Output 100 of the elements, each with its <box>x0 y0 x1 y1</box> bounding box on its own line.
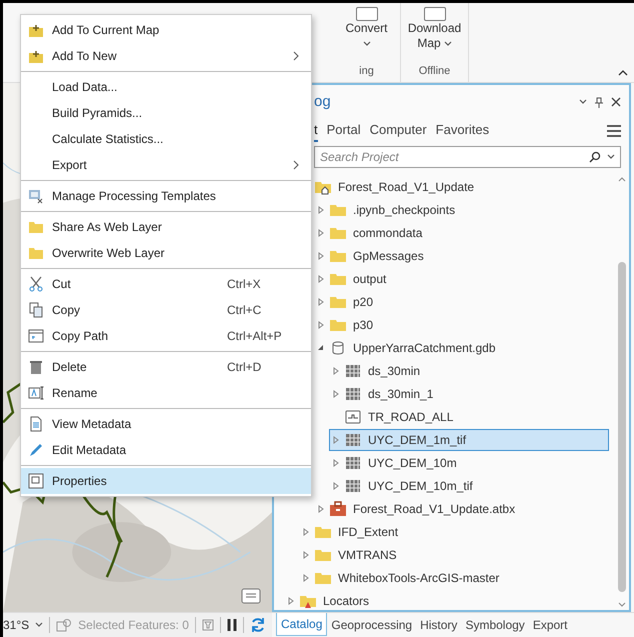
expand-arrow-icon[interactable] <box>318 228 324 236</box>
pane-tab[interactable]: Export <box>528 613 572 636</box>
tree-item[interactable]: .ipynb_checkpoints <box>314 198 609 220</box>
tree-item[interactable]: output <box>314 268 609 290</box>
expand-arrow-icon[interactable] <box>302 574 308 582</box>
raster-grid-icon <box>344 386 362 402</box>
expand-arrow-icon[interactable] <box>332 458 338 466</box>
pause-icon[interactable] <box>226 618 237 632</box>
tree-item[interactable]: UpperYarraCatchment.gdb <box>314 336 609 358</box>
menu-item[interactable]: Properties <box>21 468 311 494</box>
expand-arrow-icon[interactable] <box>318 274 324 282</box>
tree-item[interactable]: ds_30min <box>329 360 609 382</box>
search-input[interactable]: Search Project <box>320 148 589 166</box>
menu-item[interactable]: View Metadata <box>21 411 311 437</box>
search-field[interactable]: Search Project <box>314 146 621 168</box>
tree-item[interactable]: UYC_DEM_1m_tif <box>329 428 609 450</box>
expand-arrow-icon[interactable] <box>302 528 308 536</box>
menu-item[interactable]: Rename <box>21 380 311 406</box>
raster-grid-icon <box>344 478 362 494</box>
menu-item[interactable]: Edit Metadata <box>21 437 311 463</box>
menu-item[interactable]: Copy Path Ctrl+Alt+P <box>21 323 311 349</box>
tree-item[interactable]: ds_30min_1 <box>329 382 609 404</box>
menu-item[interactable]: Overwrite Web Layer <box>21 240 311 266</box>
expand-arrow-icon[interactable] <box>332 482 338 490</box>
expanded-arrow-icon[interactable] <box>317 344 324 351</box>
ribbon-group-label: ing <box>359 64 374 78</box>
tree-item[interactable]: p20 <box>314 290 609 312</box>
expand-arrow-icon[interactable] <box>288 596 294 604</box>
expand-arrow-icon[interactable] <box>332 436 338 444</box>
selection-icon[interactable] <box>56 618 72 632</box>
menu-icon[interactable] <box>607 125 621 137</box>
expand-arrow-icon[interactable] <box>318 206 324 214</box>
source-tab[interactable]: Favorites <box>436 120 490 142</box>
shortcut-text: Ctrl+C <box>227 302 262 319</box>
menu-item[interactable]: Calculate Statistics... <box>21 126 311 152</box>
search-icon[interactable] <box>589 151 601 163</box>
menu-item[interactable]: Add To New <box>21 43 311 69</box>
tree-item[interactable]: Forest_Road_V1_Update.atbx <box>314 498 609 520</box>
expand-arrow-icon[interactable] <box>332 390 338 398</box>
pane-tab[interactable]: Catalog <box>276 613 328 636</box>
document-icon <box>28 416 44 432</box>
pane-tab[interactable]: Symbology <box>461 613 529 636</box>
pencil-icon <box>28 442 44 458</box>
pane-title: og <box>314 92 332 112</box>
add-layer-icon <box>28 48 44 64</box>
tree-item[interactable]: commondata <box>314 222 609 244</box>
menu-item[interactable]: Add To Current Map <box>21 17 311 43</box>
source-tab[interactable]: Computer <box>370 120 427 142</box>
pane-tab[interactable]: Geoprocessing <box>327 613 416 636</box>
shortcut-text: Ctrl+X <box>227 276 262 293</box>
menu-item[interactable]: Build Pyramids... <box>21 100 311 126</box>
tree-item[interactable]: UYC_DEM_10m <box>329 452 609 474</box>
close-icon[interactable] <box>611 97 621 107</box>
menu-item[interactable]: Manage Processing Templates <box>21 183 311 209</box>
tree-item[interactable]: TR_ROAD_ALL <box>329 406 609 428</box>
properties-icon <box>28 473 44 489</box>
raster-grid-icon <box>344 362 362 378</box>
shortcut-text: Ctrl+Alt+P <box>227 328 283 345</box>
refresh-icon[interactable] <box>250 617 266 633</box>
folder-icon <box>28 219 44 235</box>
menu-item[interactable]: Cut Ctrl+X <box>21 271 311 297</box>
copy-path-icon <box>28 328 44 344</box>
trash-icon <box>28 359 44 375</box>
menu-item[interactable]: Export <box>21 152 311 178</box>
folder-icon <box>28 245 44 261</box>
expand-arrow-icon[interactable] <box>318 298 324 306</box>
tree-item[interactable]: IFD_Extent <box>299 520 609 542</box>
menu-item[interactable]: Copy Ctrl+C <box>21 297 311 323</box>
menu-item[interactable]: Delete Ctrl+D <box>21 354 311 380</box>
filter-icon[interactable] <box>202 619 214 631</box>
source-tab[interactable]: t <box>314 120 318 142</box>
raster-grid-icon <box>344 432 362 448</box>
tree-item[interactable]: UYC_DEM_10m_tif <box>329 474 609 496</box>
note-icon[interactable] <box>241 588 261 606</box>
scroll-up-icon[interactable] <box>618 176 626 182</box>
expand-arrow-icon[interactable] <box>332 366 338 374</box>
tree-item[interactable]: Locators <box>284 590 609 610</box>
expand-arrow-icon[interactable] <box>318 252 324 260</box>
tree-item[interactable]: WhiteboxTools-ArcGIS-master <box>299 566 609 588</box>
template-icon <box>28 188 44 204</box>
raster-grid-icon <box>344 454 362 470</box>
menu-item[interactable]: Share As Web Layer <box>21 214 311 240</box>
expand-arrow-icon[interactable] <box>318 320 324 328</box>
coordinates-dropdown-icon <box>35 622 44 628</box>
expand-arrow-icon[interactable] <box>318 504 324 512</box>
source-tab[interactable]: Portal <box>326 120 361 142</box>
copy-icon <box>28 302 44 318</box>
pin-icon[interactable] <box>595 96 603 108</box>
pane-tab[interactable]: History <box>416 613 462 636</box>
menu-item[interactable]: Load Data... <box>21 74 311 100</box>
pane-options-icon <box>579 99 587 105</box>
ribbon-button[interactable]: Convert <box>345 7 388 51</box>
shortcut-text: Ctrl+D <box>227 359 262 376</box>
tree-item[interactable]: GpMessages <box>314 244 609 266</box>
expand-arrow-icon[interactable] <box>302 550 308 558</box>
tree-item[interactable]: VMTRANS <box>299 544 609 566</box>
scroll-down-icon[interactable] <box>618 602 626 608</box>
ribbon-button[interactable]: Download Map <box>408 7 462 51</box>
tree-item[interactable]: p30 <box>314 314 609 336</box>
collapse-ribbon-icon[interactable] <box>618 69 628 76</box>
